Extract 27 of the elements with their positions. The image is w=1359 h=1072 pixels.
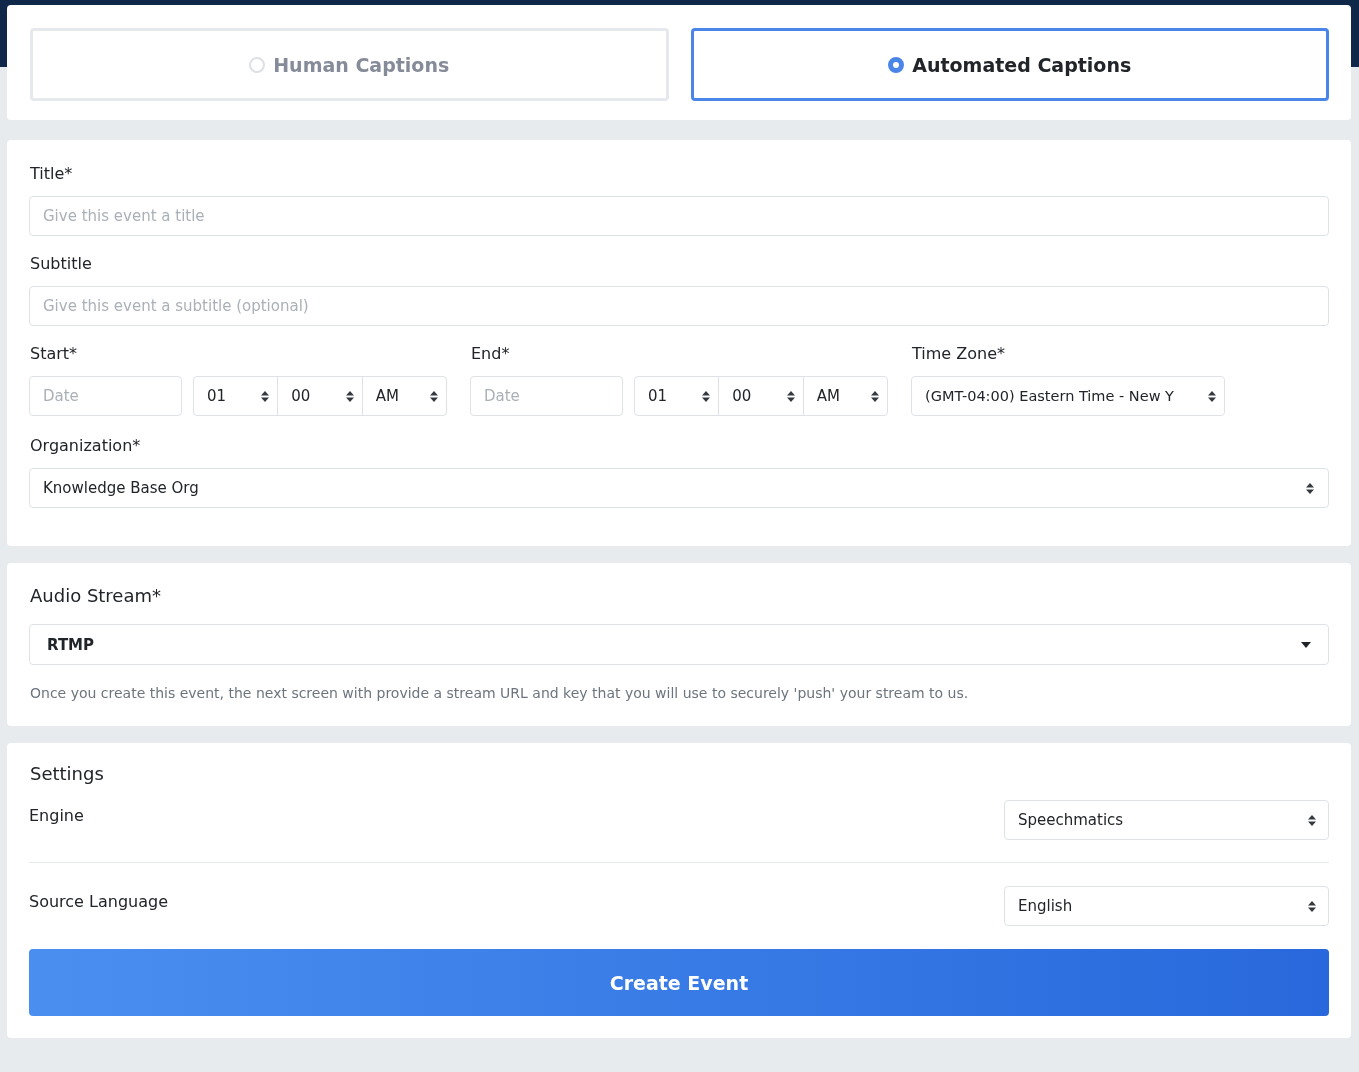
time-zone-select[interactable]: (GMT-04:00) Eastern Time - New Y	[911, 376, 1225, 416]
organization-select[interactable]: Knowledge Base Org	[29, 468, 1329, 508]
title-field[interactable]: Give this event a title	[29, 196, 1329, 236]
sort-icon	[1308, 814, 1316, 826]
create-event-button[interactable]: Create Event	[29, 949, 1329, 1016]
section-heading: Settings	[30, 763, 105, 784]
date-field[interactable]: Date	[29, 376, 182, 416]
field-label: Organization*	[30, 436, 142, 455]
field-label: Title*	[30, 164, 74, 183]
date-field[interactable]: Date	[470, 376, 623, 416]
setting-select[interactable]: English	[1004, 886, 1329, 926]
caret-down-icon	[1301, 641, 1311, 648]
setting-label: Engine	[29, 806, 84, 825]
sort-icon	[1208, 390, 1216, 402]
field-label: End*	[471, 344, 511, 363]
sort-icon	[1306, 482, 1314, 494]
audio-stream-select[interactable]: RTMP	[29, 624, 1329, 665]
caption-type-option[interactable]: Automated Captions	[690, 28, 1329, 101]
subtitle-field[interactable]: Give this event a subtitle (optional)	[29, 286, 1329, 326]
field-label: Time Zone*	[912, 344, 1006, 363]
setting-select[interactable]: Speechmatics	[1004, 800, 1329, 840]
section-heading: Audio Stream*	[30, 585, 162, 606]
help-text: Once you create this event, the next screen with provide a stream URL and key that you will use to securely 'push' your stream to us.	[30, 685, 970, 701]
setting-label: Source Language	[29, 892, 168, 911]
field-label: Subtitle	[30, 254, 93, 273]
field-label: Start*	[30, 344, 79, 363]
sort-icon	[1308, 900, 1316, 912]
